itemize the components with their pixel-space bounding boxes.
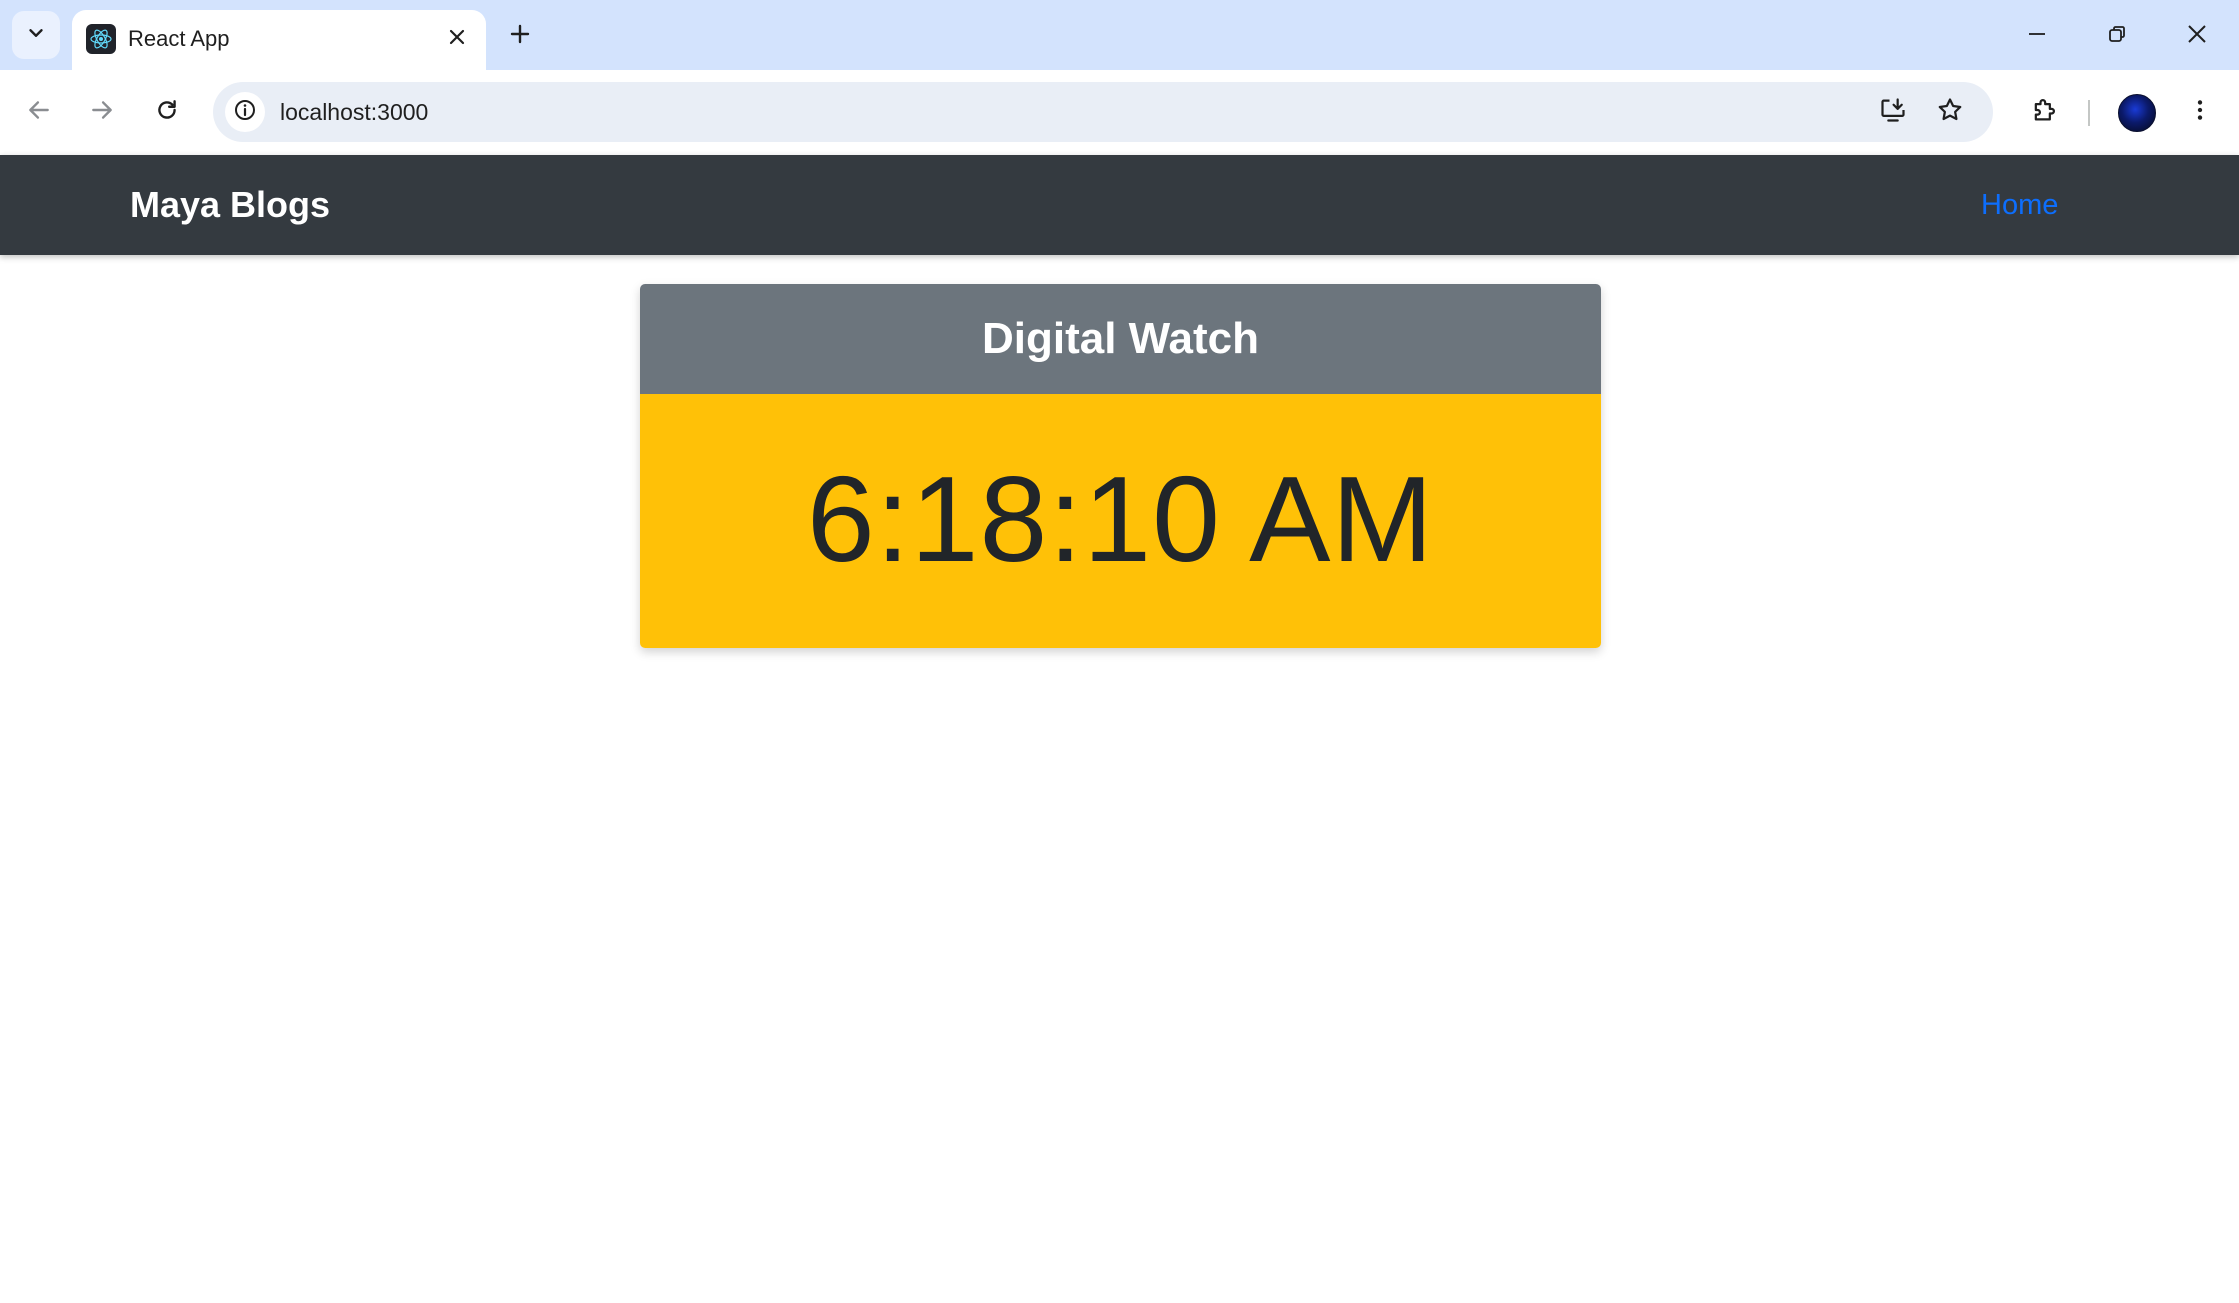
- star-icon: [1936, 96, 1964, 129]
- digital-watch-card: Digital Watch 6:18:10 AM: [640, 284, 1601, 648]
- nav-link-home[interactable]: Home: [1981, 189, 2058, 222]
- arrow-left-icon: [26, 97, 52, 128]
- url-text[interactable]: localhost:3000: [280, 99, 428, 126]
- forward-button[interactable]: [78, 88, 126, 136]
- browser-toolbar: localhost:3000: [0, 70, 2239, 155]
- browser-tab-active[interactable]: React App: [72, 10, 486, 70]
- puzzle-icon: [2030, 96, 2058, 129]
- bookmark-button[interactable]: [1930, 92, 1970, 132]
- watch-card-body: 6:18:10 AM: [640, 394, 1601, 648]
- install-app-icon: [1879, 96, 1907, 129]
- arrow-right-icon: [89, 97, 115, 128]
- reload-icon: [154, 97, 180, 128]
- tab-title: React App: [128, 26, 230, 51]
- watch-card-header: Digital Watch: [640, 284, 1601, 394]
- restore-window-button[interactable]: [2093, 12, 2141, 60]
- back-button[interactable]: [15, 88, 63, 136]
- react-logo-icon: [86, 24, 116, 54]
- tab-search-button[interactable]: [12, 11, 60, 59]
- more-vertical-icon: [2187, 97, 2213, 128]
- toolbar-separator: [2088, 100, 2090, 126]
- install-app-button[interactable]: [1873, 92, 1913, 132]
- navbar-brand[interactable]: Maya Blogs: [130, 184, 330, 226]
- watch-title: Digital Watch: [981, 314, 1260, 363]
- close-icon: [2186, 23, 2208, 50]
- close-icon: [448, 28, 466, 51]
- address-bar[interactable]: localhost:3000: [213, 82, 1993, 142]
- close-window-button[interactable]: [2173, 12, 2221, 60]
- chevron-down-icon: [25, 22, 47, 49]
- plus-icon: [509, 23, 531, 50]
- reload-button[interactable]: [143, 88, 191, 136]
- tab-close-button[interactable]: [440, 22, 474, 56]
- minimize-window-button[interactable]: [2013, 12, 2061, 60]
- extensions-button[interactable]: [2020, 88, 2068, 136]
- profile-avatar[interactable]: [2118, 94, 2156, 132]
- watch-time-display: 6:18:10 AM: [806, 451, 1435, 587]
- info-icon: [233, 98, 257, 127]
- browser-tabstrip: React App: [0, 0, 2239, 70]
- app-navbar: Maya Blogs Home: [0, 155, 2239, 255]
- site-info-button[interactable]: [225, 92, 265, 132]
- new-tab-button[interactable]: [500, 16, 540, 56]
- minimize-icon: [2027, 24, 2047, 49]
- browser-menu-button[interactable]: [2176, 88, 2224, 136]
- restore-icon: [2107, 24, 2127, 49]
